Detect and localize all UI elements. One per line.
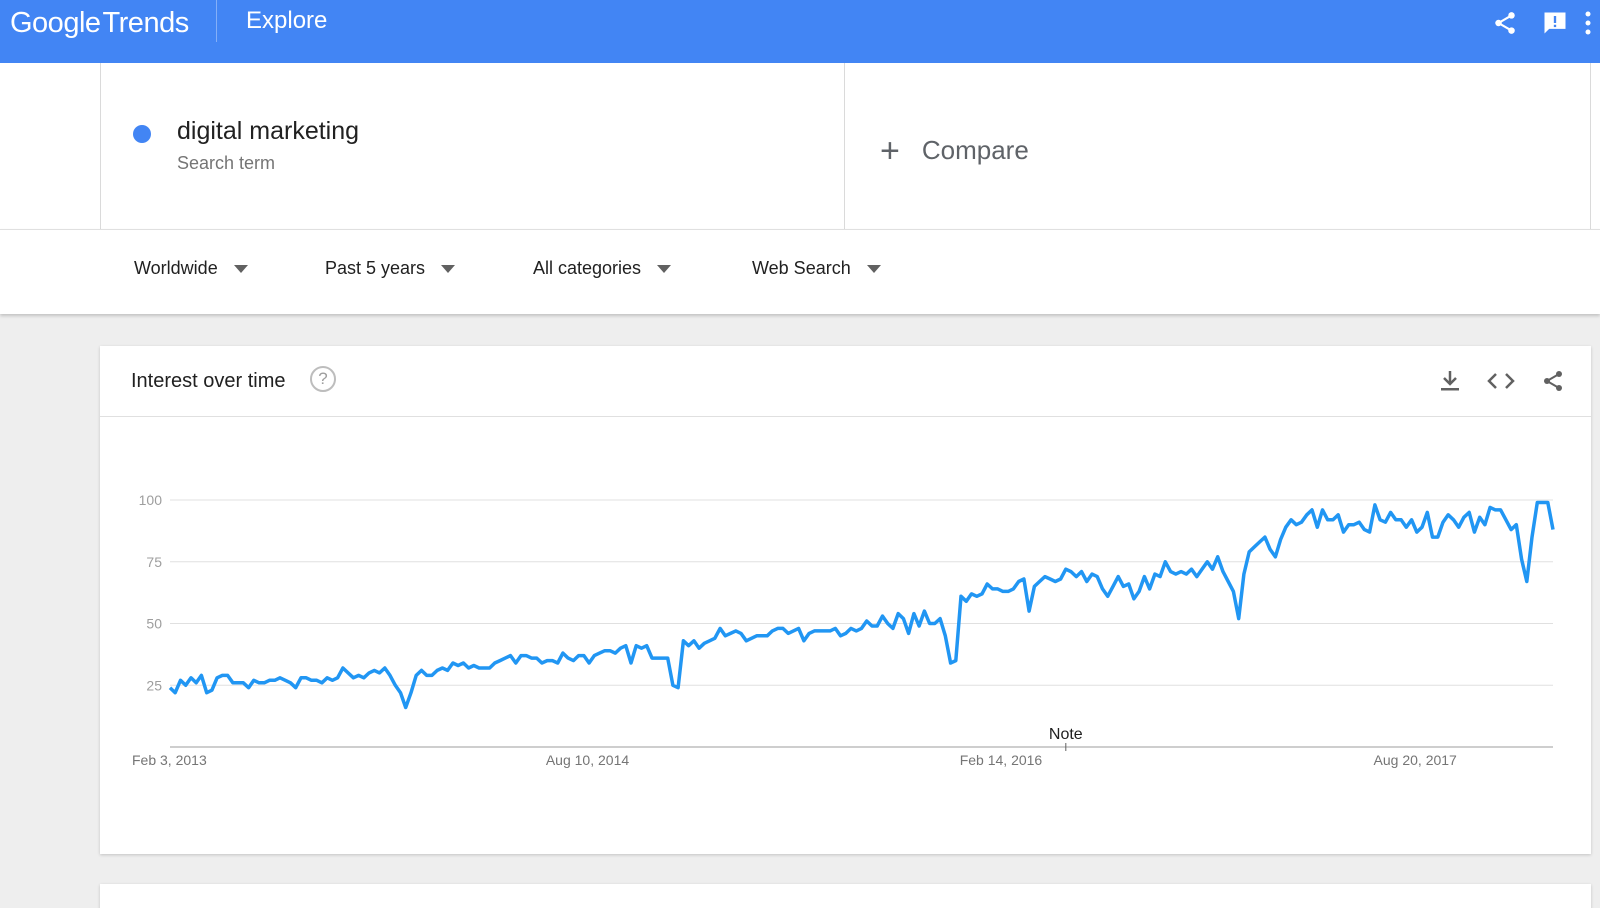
embed-code-icon[interactable] [1486,366,1516,396]
card-title: Interest over time [131,370,286,392]
search-term-card[interactable]: digital marketing Search term [100,63,845,229]
filter-category[interactable]: All categories [533,258,672,279]
plus-icon: + [880,131,900,170]
filter-search-type[interactable]: Web Search [752,258,881,279]
interest-over-time-card: Interest over time ? 25 50 75 100 Feb 3, 201… [100,346,1591,854]
y-tick-label: 75 [146,554,162,570]
filter-search-type-label: Web Search [752,258,851,278]
search-term-type: Search term [177,153,276,173]
filter-location[interactable]: Worldwide [134,258,248,279]
term-row-edge [1590,63,1591,229]
caret-down-icon [657,264,672,273]
card-header: Interest over time ? [100,346,1591,417]
search-term-name[interactable]: digital marketing [177,117,359,146]
search-terms-row: digital marketing Search term + Compare [0,63,1600,229]
brand-google: Google [10,7,101,39]
x-tick-label: Aug 10, 2014 [546,752,630,768]
x-tick-label: Feb 14, 2016 [960,752,1043,768]
interest-line-chart[interactable]: 25 50 75 100 Feb 3, 2013 Aug 10, 2014 Feb 14, … [100,417,1591,854]
app-header: GoogleTrends Explore [0,0,1600,63]
header-divider [216,0,217,42]
filter-time-range[interactable]: Past 5 years [325,258,456,279]
y-tick-label: 50 [146,616,162,632]
more-vert-icon[interactable] [1580,8,1596,38]
page-title: Explore [246,7,328,34]
filter-category-label: All categories [533,258,642,278]
share-icon[interactable] [1538,366,1568,396]
filter-bar: Worldwide Past 5 years All categories We… [0,229,1600,314]
x-tick-label: Aug 20, 2017 [1374,752,1458,768]
y-tick-label: 100 [139,492,163,508]
help-icon[interactable]: ? [310,366,336,392]
caret-down-icon [441,264,456,273]
term-color-dot [133,125,151,143]
google-trends-logo[interactable]: GoogleTrends [10,5,189,41]
brand-trends: Trends [102,7,190,39]
y-tick-label: 25 [146,677,162,693]
download-icon[interactable] [1435,366,1465,396]
caret-down-icon [866,264,881,273]
share-icon[interactable] [1490,8,1520,38]
caret-down-icon [233,264,248,273]
compare-button[interactable]: + Compare [880,131,1029,170]
series-line[interactable] [168,500,1555,710]
note-label[interactable]: Note [1049,726,1083,743]
filter-location-label: Worldwide [134,258,218,278]
compare-label: Compare [921,135,1029,165]
x-tick-label: Feb 3, 2013 [132,752,207,768]
next-card [100,884,1591,908]
feedback-icon[interactable] [1540,8,1570,38]
filter-time-label: Past 5 years [325,258,426,278]
